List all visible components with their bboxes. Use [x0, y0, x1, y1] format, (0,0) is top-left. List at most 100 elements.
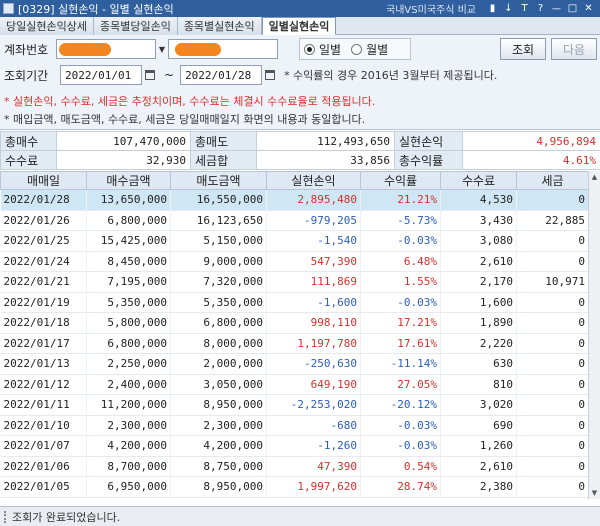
radio-monthly[interactable] — [351, 43, 363, 55]
col-header-date[interactable]: 매매일 — [0, 171, 87, 190]
chevron-down-icon[interactable]: ▼ — [156, 39, 168, 59]
cell-pnl: -2,253,020 — [266, 394, 361, 416]
table-row[interactable]: 2022/01/28 13,650,000 16,550,000 2,895,480 2… — [0, 189, 589, 211]
font-icon[interactable]: T — [519, 3, 530, 14]
cell-date: 2022/01/18 — [0, 312, 87, 334]
radio-daily-label: 일별 — [319, 42, 342, 57]
col-header-fee[interactable]: 수수료 — [440, 171, 517, 190]
tab-daily-detail[interactable]: 당일실현손익상세 — [0, 17, 94, 35]
compare-link[interactable]: 국내VS미국주식 비교 — [386, 1, 476, 16]
cell-date: 2022/01/13 — [0, 353, 87, 375]
cell-pnl: -250,630 — [266, 353, 361, 375]
table-row[interactable]: 2022/01/07 4,200,000 4,200,000 -1,260 -0.03%… — [0, 435, 589, 457]
col-header-tax[interactable]: 세금 — [516, 171, 589, 190]
cell-fee: 4,530 — [440, 189, 517, 211]
help-icon[interactable]: ? — [535, 3, 546, 14]
cell-buy: 5,800,000 — [86, 312, 171, 334]
col-header-rate[interactable]: 수익률 — [360, 171, 441, 190]
start-date-input[interactable]: 2022/01/01 — [60, 65, 142, 85]
cell-buy: 15,425,000 — [86, 230, 171, 252]
table-row[interactable]: 2022/01/25 15,425,000 5,150,000 -1,540 -0.03… — [0, 230, 589, 252]
table-row[interactable]: 2022/01/17 6,800,000 8,000,000 1,197,780 17.… — [0, 333, 589, 354]
table-row[interactable]: 2022/01/06 8,700,000 8,750,000 47,390 0.54% 2… — [0, 456, 589, 477]
download-icon[interactable]: ↓ — [503, 3, 514, 14]
cell-tax: 0 — [516, 312, 589, 334]
return-value: 4.61% — [462, 150, 600, 170]
cell-buy: 2,400,000 — [86, 374, 171, 395]
cell-date: 2022/01/24 — [0, 251, 87, 272]
cell-date: 2022/01/11 — [0, 394, 87, 416]
cell-pnl: 2,895,480 — [266, 189, 361, 211]
col-header-buy[interactable]: 매수금액 — [86, 171, 171, 190]
window-title: [0329] 실현손익 - 일별 실현손익 — [18, 2, 174, 16]
cell-rate: 1.55% — [360, 271, 441, 293]
cell-sell: 8,950,000 — [170, 394, 267, 416]
radio-daily[interactable] — [304, 43, 315, 55]
table-row[interactable]: 2022/01/11 11,200,000 8,950,000 -2,253,020-… — [0, 394, 589, 416]
cell-fee: 630 — [440, 353, 517, 375]
minimize-icon[interactable]: ㅡ — [551, 3, 562, 16]
summary-grid: 총매수 107,470,000 총매도 112,493,650 실현손익 4,9… — [0, 131, 600, 170]
table-row[interactable]: 2022/01/18 5,800,000 6,800,000 998,110 17.21… — [0, 312, 589, 334]
col-header-pnl[interactable]: 실현손익 — [266, 171, 361, 190]
cell-rate: 28.74% — [360, 476, 441, 498]
vertical-scrollbar[interactable]: ▲ ▼ — [588, 171, 600, 499]
cell-buy: 6,800,000 — [86, 210, 171, 231]
tab-daily-realized[interactable]: 일별실현손익 — [261, 17, 337, 35]
cell-fee: 2,220 — [440, 333, 517, 354]
calendar-icon[interactable] — [142, 65, 158, 85]
cell-tax: 0 — [516, 374, 589, 395]
cell-rate: -11.14% — [360, 353, 441, 375]
table-row[interactable]: 2022/01/19 5,350,000 5,350,000 -1,600 -0.03%… — [0, 292, 589, 313]
tab-stock-realized[interactable]: 종목별실현손익 — [177, 17, 262, 35]
cell-date: 2022/01/07 — [0, 435, 87, 457]
cell-sell: 5,350,000 — [170, 292, 267, 313]
maximize-icon[interactable]: □ — [567, 3, 578, 14]
table-row[interactable]: 2022/01/21 7,195,000 7,320,000 111,869 1.55%… — [0, 271, 589, 293]
account-input[interactable] — [56, 39, 156, 59]
cell-rate: -0.03% — [360, 435, 441, 457]
cell-pnl: -680 — [266, 415, 361, 436]
table-row[interactable]: 2022/01/12 2,400,000 3,050,000 649,190 27.05… — [0, 374, 589, 395]
cell-pnl: -1,540 — [266, 230, 361, 252]
table-row[interactable]: 2022/01/26 6,800,000 16,123,650 -979,205 -5.… — [0, 210, 589, 231]
search-button[interactable]: 조회 — [500, 38, 546, 60]
col-header-sell[interactable]: 매도금액 — [170, 171, 267, 190]
table-row[interactable]: 2022/01/13 2,250,000 2,000,000 -250,630 -11.… — [0, 353, 589, 375]
cell-pnl: 649,190 — [266, 374, 361, 395]
table-row[interactable]: 2022/01/24 8,450,000 9,000,000 547,390 6.48%… — [0, 251, 589, 272]
cell-pnl: 547,390 — [266, 251, 361, 272]
scroll-down-icon[interactable]: ▼ — [589, 487, 600, 499]
cell-pnl: 47,390 — [266, 456, 361, 477]
cell-buy: 4,200,000 — [86, 435, 171, 457]
cell-sell: 8,750,000 — [170, 456, 267, 477]
cell-date: 2022/01/06 — [0, 456, 87, 477]
cell-pnl: 1,197,780 — [266, 333, 361, 354]
cell-fee: 3,430 — [440, 210, 517, 231]
cell-date: 2022/01/19 — [0, 292, 87, 313]
total-buy-label: 총매수 — [0, 131, 57, 151]
tab-stock-daily[interactable]: 종목별당일손익 — [93, 17, 178, 35]
calendar-icon[interactable] — [262, 65, 278, 85]
cell-buy: 2,250,000 — [86, 353, 171, 375]
fee-value: 32,930 — [56, 150, 191, 170]
note-amount: * 매입금액, 매도금액, 수수료, 세금은 당일매매일지 화면의 내용과 동일… — [4, 113, 366, 126]
cell-tax: 0 — [516, 230, 589, 252]
cell-rate: -5.73% — [360, 210, 441, 231]
link-icon[interactable]: ▮ — [487, 3, 498, 14]
cell-date: 2022/01/28 — [0, 189, 87, 211]
grip-icon — [4, 510, 8, 523]
cell-tax: 22,885 — [516, 210, 589, 231]
cell-buy: 6,950,000 — [86, 476, 171, 498]
cell-fee: 2,610 — [440, 456, 517, 477]
end-date-input[interactable]: 2022/01/28 — [180, 65, 263, 85]
next-button[interactable]: 다음 — [551, 38, 597, 60]
period-label: 조회기간 — [4, 68, 49, 83]
cell-date: 2022/01/21 — [0, 271, 87, 293]
close-icon[interactable]: ✕ — [583, 3, 594, 14]
table-row[interactable]: 2022/01/05 6,950,000 8,950,000 1,997,620 28.… — [0, 476, 589, 498]
table-row[interactable]: 2022/01/10 2,300,000 2,300,000 -680 -0.03% 69… — [0, 415, 589, 436]
scroll-up-icon[interactable]: ▲ — [589, 171, 600, 183]
cell-tax: 0 — [516, 333, 589, 354]
period-type-radio-group: 일별 월별 — [299, 38, 411, 60]
